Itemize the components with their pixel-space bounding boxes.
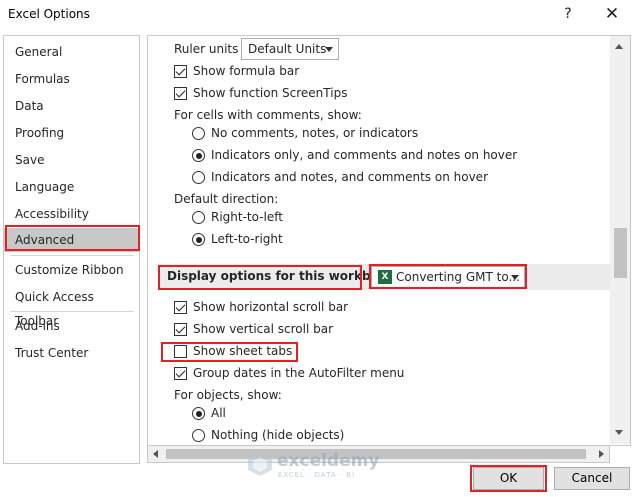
group-dates-label: Group dates in the AutoFilter menu [193, 366, 405, 380]
scroll-right-icon[interactable] [599, 450, 604, 458]
advanced-options-panel: Ruler units Default Units Show formula b… [147, 35, 631, 446]
direction-ltr-label: Left-to-right [211, 232, 283, 246]
close-button[interactable]: ✕ [602, 4, 622, 24]
comments-indicators-notes-radio[interactable] [192, 171, 205, 184]
objects-nothing-label: Nothing (hide objects) [211, 428, 345, 442]
ruler-units-value: Default Units [248, 42, 327, 56]
scroll-up-icon[interactable] [615, 44, 623, 49]
highlight-section-title [158, 265, 362, 290]
highlight-workbook-dropdown [369, 264, 527, 289]
vertical-scrollbar[interactable] [610, 36, 630, 444]
comments-indicators-only-radio[interactable] [192, 149, 205, 162]
sidebar-item-save[interactable]: Save [4, 148, 139, 172]
show-formula-bar-label: Show formula bar [193, 64, 300, 78]
scroll-left-icon[interactable] [153, 450, 158, 458]
options-sidebar: General Formulas Data Proofing Save Lang… [3, 35, 140, 464]
direction-rtl-radio[interactable] [192, 211, 205, 224]
sidebar-item-general[interactable]: General [4, 40, 139, 64]
show-hscroll-label: Show horizontal scroll bar [193, 300, 349, 314]
sidebar-item-add-ins[interactable]: Add-ins [4, 314, 139, 338]
direction-rtl-label: Right-to-left [211, 210, 283, 224]
window-title: Excel Options [8, 7, 90, 21]
comments-none-radio[interactable] [192, 127, 205, 140]
ruler-units-dropdown[interactable]: Default Units [241, 38, 339, 60]
show-hscroll-checkbox[interactable] [174, 301, 187, 314]
objects-nothing-radio[interactable] [192, 429, 205, 442]
sidebar-item-accessibility[interactable]: Accessibility [4, 202, 139, 226]
sidebar-item-quick-access-toolbar[interactable]: Quick Access Toolbar [4, 285, 139, 328]
show-function-screentips-label: Show function ScreenTips [193, 86, 348, 100]
direction-ltr-radio[interactable] [192, 233, 205, 246]
comments-none-label: No comments, notes, or indicators [211, 126, 419, 140]
objects-heading: For objects, show: [174, 388, 282, 402]
scroll-down-icon[interactable] [615, 430, 623, 435]
cancel-button[interactable]: Cancel [554, 467, 630, 490]
show-vscroll-label: Show vertical scroll bar [193, 322, 333, 336]
sidebar-divider [10, 311, 134, 312]
sidebar-item-trust-center[interactable]: Trust Center [4, 341, 139, 365]
objects-all-radio[interactable] [192, 407, 205, 420]
comments-indicators-only-label: Indicators only, and comments and notes … [211, 148, 518, 162]
sidebar-item-data[interactable]: Data [4, 94, 139, 118]
objects-all-label: All [211, 406, 226, 420]
direction-heading: Default direction: [174, 192, 279, 206]
group-dates-checkbox[interactable] [174, 367, 187, 380]
exceldemy-watermark: exceldemy EXCEL · DATA · BI [247, 448, 407, 484]
show-formula-bar-checkbox[interactable] [174, 65, 187, 78]
exceldemy-logo-icon [248, 452, 272, 476]
title-bar: Excel Options ? ✕ [0, 0, 636, 30]
highlight-sheet-tabs [161, 342, 298, 362]
chevron-down-icon [325, 47, 333, 52]
ruler-units-label: Ruler units [174, 42, 239, 56]
show-vscroll-checkbox[interactable] [174, 323, 187, 336]
sidebar-item-formulas[interactable]: Formulas [4, 67, 139, 91]
watermark-tagline: EXCEL · DATA · BI [278, 471, 356, 479]
highlight-ok-button [470, 465, 547, 492]
comments-indicators-notes-label: Indicators and notes, and comments on ho… [211, 170, 488, 184]
sidebar-item-proofing[interactable]: Proofing [4, 121, 139, 145]
comments-heading: For cells with comments, show: [174, 108, 362, 122]
sidebar-item-customize-ribbon[interactable]: Customize Ribbon [4, 258, 139, 282]
help-button[interactable]: ? [558, 4, 578, 24]
highlight-advanced [5, 225, 140, 251]
show-function-screentips-checkbox[interactable] [174, 87, 187, 100]
sidebar-divider [10, 255, 134, 256]
scroll-thumb[interactable] [614, 228, 627, 278]
sidebar-item-language[interactable]: Language [4, 175, 139, 199]
watermark-name: exceldemy [277, 451, 380, 471]
